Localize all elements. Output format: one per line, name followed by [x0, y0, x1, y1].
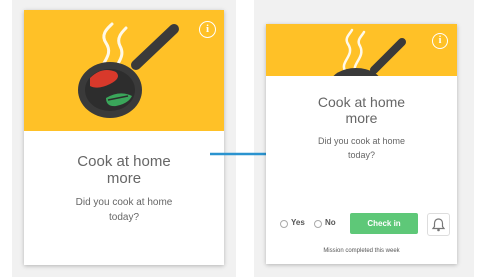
title-line-1: Cook at home [77, 153, 171, 170]
mission-status-text: Mission completed this week [323, 248, 400, 254]
check-in-button[interactable]: Check in [350, 213, 418, 234]
bell-icon [431, 218, 446, 232]
question-line-1: Did you cook at home [75, 197, 173, 208]
title-line-2: more [106, 170, 142, 188]
checkin-controls: Yes No Check in [266, 208, 457, 238]
no-radio[interactable] [314, 220, 322, 228]
no-label[interactable]: No [325, 218, 336, 227]
yes-radio[interactable] [280, 220, 288, 228]
bell-button[interactable] [427, 213, 450, 236]
question-line-2: today? [108, 212, 140, 223]
left-banner: i [24, 10, 224, 131]
card-title: Cook at home more [24, 153, 224, 188]
card-question: Did you cook at home today? [24, 195, 224, 225]
frying-pan-illustration [78, 22, 179, 118]
left-mission-card: i Cook at home more Did you cook at home… [24, 10, 224, 265]
right-card-controls-layer: Yes No Check in Mission completed this w… [266, 0, 457, 277]
yes-label[interactable]: Yes [291, 218, 305, 227]
